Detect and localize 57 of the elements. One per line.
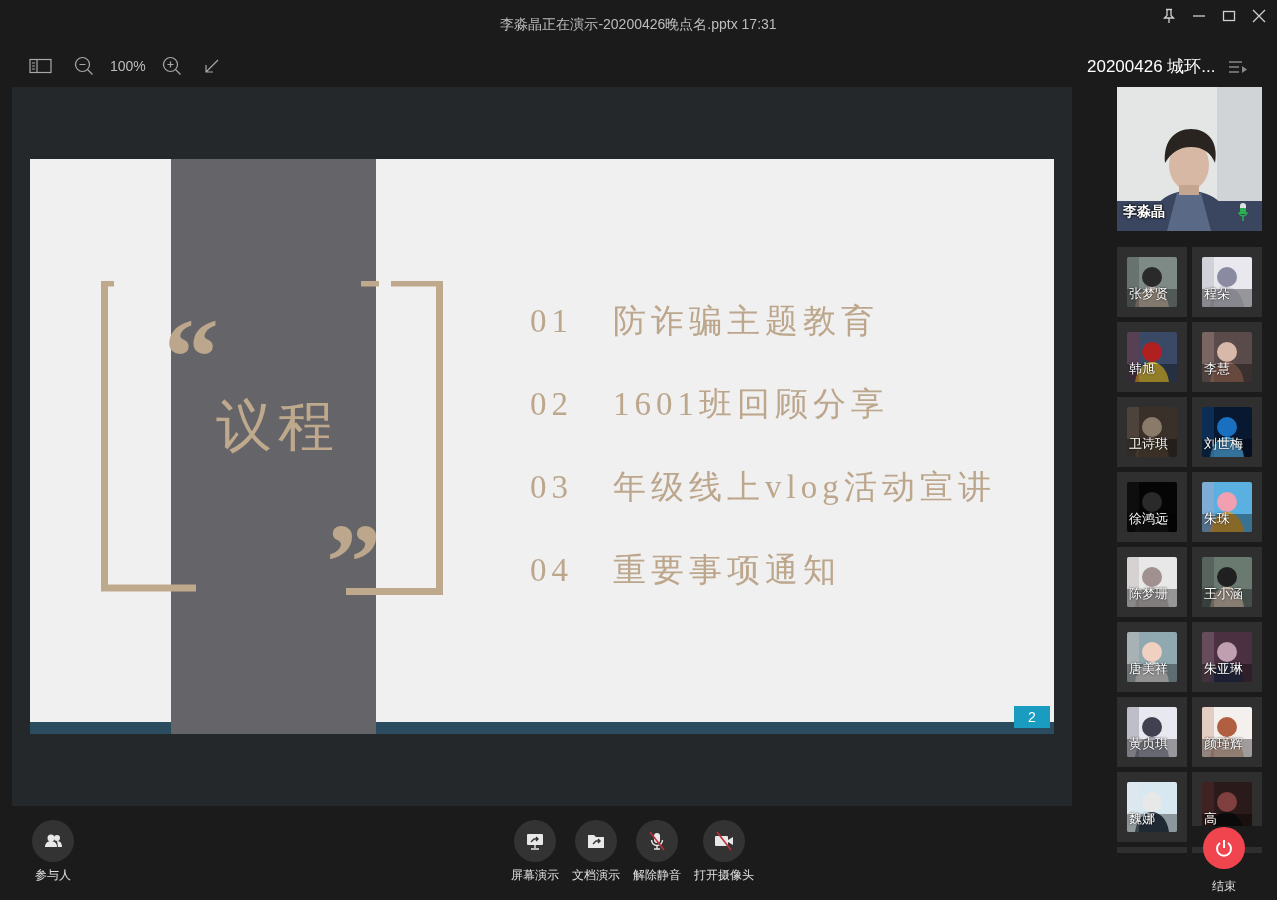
- participant-tile[interactable]: 黄贞琪: [1117, 697, 1187, 767]
- participant-name: 徐鸿远: [1129, 510, 1168, 528]
- participant-tile[interactable]: 颜瑾辉: [1192, 697, 1262, 767]
- zoom-level: 100%: [110, 57, 146, 74]
- participant-tile[interactable]: 张梦贤: [1117, 247, 1187, 317]
- participant-name: 程朵: [1204, 285, 1230, 303]
- participant-name: 魏娜: [1129, 810, 1155, 828]
- agenda-item: 年级线上vlog活动宣讲: [613, 468, 996, 507]
- participant-tile[interactable]: 魏娜: [1117, 772, 1187, 842]
- agenda-number: 02: [530, 385, 573, 424]
- power-icon: [1214, 838, 1234, 858]
- participant-tile[interactable]: 徐鸿远: [1117, 472, 1187, 542]
- participant-tile[interactable]: 朱珠: [1192, 472, 1262, 542]
- mic-icon: [646, 830, 668, 852]
- agenda-item: 防诈骗主题教育: [613, 302, 879, 341]
- agenda-number: 04: [530, 551, 573, 590]
- zoom-in-icon[interactable]: [161, 55, 182, 76]
- participant-name: 唐美祥: [1129, 660, 1168, 678]
- close-quote: ”: [326, 507, 381, 617]
- participant-name: 颜瑾辉: [1204, 735, 1243, 753]
- microphone-icon: [1238, 203, 1248, 223]
- sidebar-icon[interactable]: [29, 57, 52, 74]
- participant-tile[interactable]: 陈梦珊: [1117, 547, 1187, 617]
- participant-tile[interactable]: 卫诗琪: [1117, 397, 1187, 467]
- meeting-title: 20200426 城环...: [1087, 56, 1216, 78]
- participant-tile[interactable]: 程朵: [1192, 247, 1262, 317]
- zoom-out-icon[interactable]: [74, 55, 94, 76]
- toolbar-button[interactable]: 打开摄像头: [694, 820, 754, 884]
- agenda-item: 1601班回顾分享: [613, 385, 889, 424]
- maximize-icon[interactable]: [1221, 8, 1237, 24]
- participant-tile[interactable]: 韩旭: [1117, 322, 1187, 392]
- participant-name: 朱亚琳: [1204, 660, 1243, 678]
- shrink-arrow-icon[interactable]: [203, 57, 220, 74]
- pin-icon[interactable]: [1161, 8, 1177, 24]
- participant-name: 李慧: [1204, 360, 1230, 378]
- participant-tile[interactable]: 李慧: [1192, 322, 1262, 392]
- participant-name: 卫诗琪: [1129, 435, 1168, 453]
- participant-name: 高: [1204, 810, 1217, 826]
- camera-icon: [713, 830, 735, 852]
- agenda-item: 重要事项通知: [613, 551, 841, 590]
- participant-tile[interactable]: 高: [1192, 772, 1262, 826]
- participant-name: 朱珠: [1204, 510, 1230, 528]
- presenter-name: 李淼晶: [1123, 203, 1165, 221]
- agenda-number: 03: [530, 468, 573, 507]
- close-icon[interactable]: [1251, 8, 1267, 24]
- participant-name: 陈梦珊: [1129, 585, 1168, 603]
- participant-name: 韩旭: [1129, 360, 1155, 378]
- participant-name: 王小涵: [1204, 585, 1243, 603]
- window-title: 李淼晶正在演示-20200426晚点名.pptx 17:31: [500, 16, 777, 34]
- participant-tile[interactable]: 朱亚琳: [1192, 622, 1262, 692]
- slide-heading: 议程: [216, 394, 340, 459]
- participant-tile[interactable]: 王小涵: [1192, 547, 1262, 617]
- participant-name: 张梦贤: [1129, 285, 1168, 303]
- page-number: 2: [1014, 706, 1050, 728]
- playlist-icon[interactable]: [1227, 59, 1248, 74]
- participant-name: 黄贞琪: [1129, 735, 1168, 753]
- agenda-number: 01: [530, 302, 573, 341]
